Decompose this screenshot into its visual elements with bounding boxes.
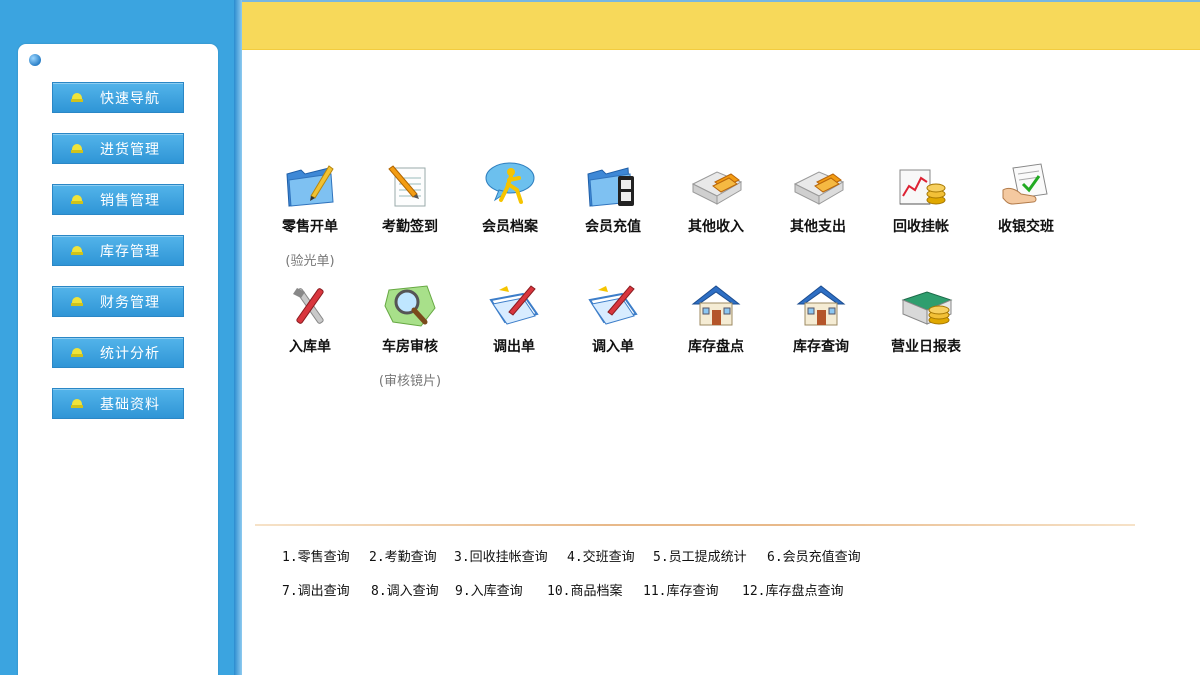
icon-label: 回收挂帐 bbox=[893, 219, 949, 235]
quick-link-stock-query[interactable]: 11.库存查询 bbox=[643, 580, 718, 599]
house-icon bbox=[691, 285, 741, 326]
icon-label: 会员档案 bbox=[482, 219, 538, 235]
clipboard-pen-icon bbox=[588, 285, 638, 325]
icon-workshop-review[interactable]: 车房审核 (审核镜片) bbox=[360, 280, 460, 389]
icon-label: 调出单 bbox=[493, 339, 535, 355]
nav-bullet-icon bbox=[71, 195, 83, 204]
nav-bullet-icon bbox=[71, 297, 83, 306]
icon-sub-label: (验光单) bbox=[285, 254, 335, 269]
magnifier-icon bbox=[384, 285, 436, 327]
icon-daily-report[interactable]: 营业日报表 bbox=[876, 280, 976, 356]
icon-label: 考勤签到 bbox=[382, 219, 438, 235]
nav-button-inventory[interactable]: 库存管理 bbox=[52, 235, 184, 266]
nav-button-label: 进货管理 bbox=[100, 141, 160, 158]
quick-link-stock-in-query[interactable]: 9.入库查询 bbox=[455, 580, 523, 599]
nav-button-label: 统计分析 bbox=[100, 345, 160, 362]
nav-button-label: 快速导航 bbox=[100, 90, 160, 107]
nav-button-label: 销售管理 bbox=[100, 192, 160, 209]
icon-member-profile[interactable]: 会员档案 bbox=[460, 160, 560, 236]
clipboard-pen-icon bbox=[489, 285, 539, 325]
icon-label: 入库单 bbox=[289, 339, 331, 355]
icon-cashier-handover[interactable]: 收银交班 bbox=[976, 160, 1076, 236]
quick-links-row-2: 7.调出查询 8.调入查询 9.入库查询 10.商品档案 11.库存查询 12.… bbox=[282, 580, 1162, 599]
icon-stock-query[interactable]: 库存查询 bbox=[771, 280, 871, 356]
nav-button-label: 库存管理 bbox=[100, 243, 160, 260]
icon-label: 会员充值 bbox=[585, 219, 641, 235]
quick-link-handover-query[interactable]: 4.交班查询 bbox=[567, 546, 635, 565]
nav-button-finance[interactable]: 财务管理 bbox=[52, 286, 184, 317]
chart-coins-icon bbox=[899, 169, 946, 205]
icon-member-recharge[interactable]: 会员充值 bbox=[563, 160, 663, 236]
nav-bullet-icon bbox=[71, 93, 83, 102]
quick-link-stock-take-query[interactable]: 12.库存盘点查询 bbox=[742, 580, 843, 599]
quick-link-retail-query[interactable]: 1.零售查询 bbox=[282, 546, 350, 565]
cash-box-icon bbox=[691, 171, 743, 205]
nav-button-purchase[interactable]: 进货管理 bbox=[52, 133, 184, 164]
cash-register-icon bbox=[901, 291, 953, 325]
quick-link-recovery-query[interactable]: 3.回收挂帐查询 bbox=[454, 546, 548, 565]
icon-stock-in-order[interactable]: 入库单 bbox=[260, 280, 360, 356]
icon-label: 库存查询 bbox=[793, 339, 849, 355]
nav-bullet-icon bbox=[71, 399, 83, 408]
nav-bullet-icon bbox=[71, 348, 83, 357]
quick-link-attendance-query[interactable]: 2.考勤查询 bbox=[369, 546, 437, 565]
icon-label: 其他支出 bbox=[790, 219, 846, 235]
quick-link-recharge-query[interactable]: 6.会员充值查询 bbox=[767, 546, 861, 565]
tools-icon bbox=[293, 288, 324, 324]
cash-box-icon bbox=[793, 171, 845, 205]
icon-transfer-in[interactable]: 调入单 bbox=[563, 280, 663, 356]
quick-link-commission-stats[interactable]: 5.员工提成统计 bbox=[653, 546, 747, 565]
icon-label: 车房审核 bbox=[382, 339, 438, 355]
chat-person-icon bbox=[485, 162, 535, 204]
icon-label: 调入单 bbox=[592, 339, 634, 355]
nav-bullet-icon bbox=[71, 144, 83, 153]
section-divider bbox=[255, 524, 1135, 526]
sidebar-panel: 快速导航 进货管理 销售管理 库存管理 财务管理 统计分析 基础资料 bbox=[18, 44, 218, 675]
sidebar-edge bbox=[234, 0, 242, 675]
panel-dot-icon bbox=[29, 54, 41, 66]
icon-label: 零售开单 bbox=[282, 219, 338, 235]
icon-transfer-out[interactable]: 调出单 bbox=[464, 280, 564, 356]
nav-button-label: 财务管理 bbox=[100, 294, 160, 311]
top-banner bbox=[242, 0, 1200, 50]
nav-button-statistics[interactable]: 统计分析 bbox=[52, 337, 184, 368]
icon-other-expense[interactable]: 其他支出 bbox=[768, 160, 868, 236]
folder-pen-icon bbox=[286, 165, 334, 207]
icon-label: 其他收入 bbox=[688, 219, 744, 235]
quick-link-product-archive[interactable]: 10.商品档案 bbox=[547, 580, 622, 599]
nav-button-basic-data[interactable]: 基础资料 bbox=[52, 388, 184, 419]
notepad-pencil-icon bbox=[388, 165, 426, 207]
icon-retail-order[interactable]: 零售开单 (验光单) bbox=[260, 160, 360, 269]
icon-other-income[interactable]: 其他收入 bbox=[666, 160, 766, 236]
icon-label: 库存盘点 bbox=[688, 339, 744, 355]
nav-button-sales[interactable]: 销售管理 bbox=[52, 184, 184, 215]
icon-attendance[interactable]: 考勤签到 bbox=[360, 160, 460, 236]
icon-recovery-account[interactable]: 回收挂帐 bbox=[871, 160, 971, 236]
quick-link-transfer-in-query[interactable]: 8.调入查询 bbox=[371, 580, 439, 599]
icon-label: 收银交班 bbox=[998, 219, 1054, 235]
icon-stock-take[interactable]: 库存盘点 bbox=[666, 280, 766, 356]
icon-sub-label: (审核镜片) bbox=[378, 374, 442, 389]
quick-link-transfer-out-query[interactable]: 7.调出查询 bbox=[282, 580, 350, 599]
folder-film-icon bbox=[587, 167, 634, 207]
icon-label: 营业日报表 bbox=[891, 339, 961, 355]
quick-links-row-1: 1.零售查询 2.考勤查询 3.回收挂帐查询 4.交班查询 5.员工提成统计 6… bbox=[282, 546, 1162, 565]
house-icon bbox=[796, 285, 846, 326]
hand-document-icon bbox=[1002, 163, 1048, 205]
nav-bullet-icon bbox=[71, 246, 83, 255]
nav-button-quick-nav[interactable]: 快速导航 bbox=[52, 82, 184, 113]
nav-button-label: 基础资料 bbox=[100, 396, 160, 413]
